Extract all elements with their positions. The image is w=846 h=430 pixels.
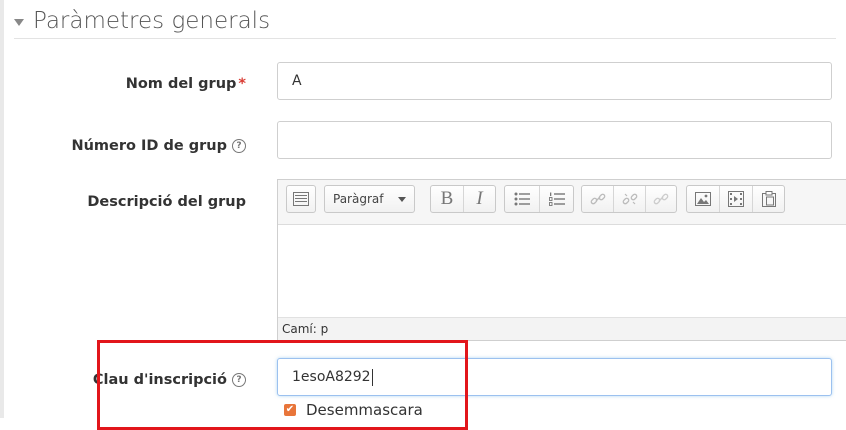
group-id-label-text: Número ID de grup [71, 138, 227, 154]
required-marker: * [238, 76, 246, 92]
group-name-value: A [292, 73, 302, 89]
link-icon[interactable] [582, 186, 614, 212]
description-edit-area[interactable] [278, 225, 846, 319]
left-border [0, 0, 4, 418]
group-name-label: Nom del grup * [126, 76, 246, 92]
editor-toolbar: Paràgraf B I [278, 180, 846, 225]
editor-path-bar: Camí: p [278, 317, 846, 340]
highlight-annotation-box [97, 340, 468, 430]
toolbar-group-text: B I [430, 185, 496, 213]
format-select-value: Paràgraf [333, 192, 384, 206]
section-title: Paràmetres generals [33, 8, 271, 34]
image-icon[interactable] [687, 186, 720, 212]
toggle-toolbar-icon[interactable] [287, 186, 315, 212]
group-id-label: Número ID de grup ? [71, 138, 246, 154]
unlink-icon[interactable] [614, 186, 646, 212]
group-description-label-text: Descripció del grup [87, 194, 246, 210]
group-name-label-text: Nom del grup [125, 76, 237, 92]
chevron-down-icon [398, 196, 407, 202]
group-name-input[interactable]: A [277, 62, 832, 100]
group-id-input[interactable] [277, 121, 832, 159]
help-icon[interactable]: ? [232, 139, 246, 153]
format-select[interactable]: Paràgraf [324, 185, 416, 213]
paste-icon[interactable] [753, 186, 784, 212]
italic-icon[interactable]: I [464, 186, 495, 212]
format-select-control[interactable]: Paràgraf [325, 186, 414, 212]
numbered-list-icon[interactable] [540, 186, 573, 212]
bullet-list-icon[interactable] [505, 186, 540, 212]
anchor-icon[interactable] [646, 186, 676, 212]
description-editor[interactable]: Paràgraf B I Camí: p [277, 179, 846, 341]
section-divider [14, 38, 836, 39]
group-description-label: Descripció del grup [87, 194, 246, 210]
bold-icon[interactable]: B [431, 186, 464, 212]
toolbar-group-toggle [286, 185, 316, 213]
media-icon[interactable] [720, 186, 753, 212]
section-header[interactable]: Paràmetres generals [14, 8, 270, 34]
toolbar-group-links [581, 185, 677, 213]
toolbar-group-media [686, 185, 785, 213]
collapse-triangle-icon[interactable] [14, 18, 24, 26]
toolbar-group-lists [504, 185, 574, 213]
